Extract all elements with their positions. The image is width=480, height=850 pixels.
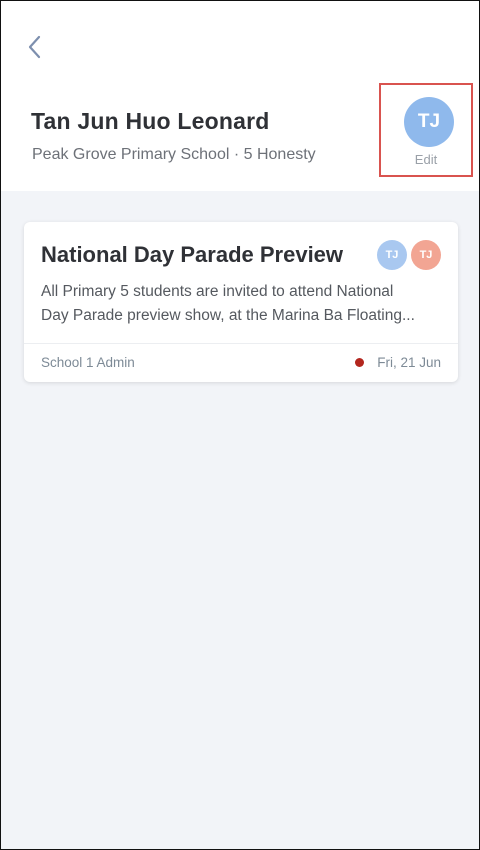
announcement-meta: Fri, 21 Jun bbox=[355, 355, 441, 370]
announcement-preview: All Primary 5 students are invited to at… bbox=[41, 280, 446, 328]
announcement-sender: School 1 Admin bbox=[41, 355, 135, 370]
student-name: Tan Jun Huo Leonard bbox=[31, 108, 270, 134]
announcement-title: National Day Parade Preview bbox=[41, 242, 344, 267]
back-button[interactable] bbox=[19, 31, 51, 63]
avatar: TJ bbox=[404, 97, 454, 147]
chevron-left-icon bbox=[28, 35, 41, 59]
profile-header: Tan Jun Huo Leonard Peak Grove Primary S… bbox=[1, 1, 479, 191]
school-class-label: Peak Grove Primary School · 5 Honesty bbox=[32, 146, 316, 163]
app-screen: Tan Jun Huo Leonard Peak Grove Primary S… bbox=[0, 0, 480, 850]
announcement-date: Fri, 21 Jun bbox=[377, 355, 441, 370]
unread-indicator bbox=[355, 358, 365, 367]
edit-label: Edit bbox=[414, 152, 438, 167]
recipient-chip: TJ bbox=[377, 240, 407, 270]
announcement-preview-line: All Primary 5 students are invited to at… bbox=[41, 283, 394, 300]
announcement-card[interactable]: National Day Parade Preview TJ TJ All Pr… bbox=[24, 222, 458, 382]
card-divider bbox=[24, 343, 458, 344]
recipient-chip: TJ bbox=[411, 240, 441, 270]
edit-avatar-button[interactable]: TJ Edit bbox=[379, 83, 473, 177]
announcement-preview-line: Day Parade preview show, at the Marina B… bbox=[41, 307, 415, 324]
